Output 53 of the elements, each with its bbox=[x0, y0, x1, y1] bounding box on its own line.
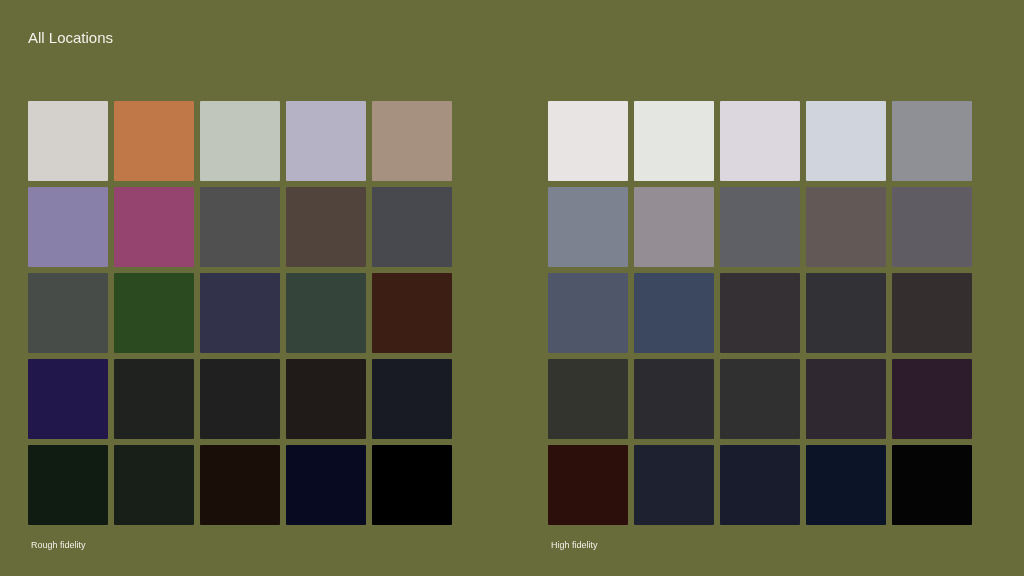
color-swatch[interactable] bbox=[892, 101, 972, 181]
color-swatch[interactable] bbox=[634, 187, 714, 267]
color-swatch[interactable] bbox=[28, 187, 108, 267]
color-swatch[interactable] bbox=[720, 101, 800, 181]
palette-label: High fidelity bbox=[551, 540, 599, 550]
color-swatch[interactable] bbox=[372, 359, 452, 439]
color-swatch[interactable] bbox=[548, 359, 628, 439]
color-swatch[interactable] bbox=[200, 359, 280, 439]
color-swatch[interactable] bbox=[200, 273, 280, 353]
color-swatch[interactable] bbox=[892, 359, 972, 439]
color-swatch[interactable] bbox=[806, 273, 886, 353]
color-swatch[interactable] bbox=[286, 101, 366, 181]
color-swatch[interactable] bbox=[372, 445, 452, 525]
color-swatch[interactable] bbox=[28, 273, 108, 353]
color-swatch[interactable] bbox=[200, 187, 280, 267]
color-swatch[interactable] bbox=[372, 273, 452, 353]
color-swatch[interactable] bbox=[548, 101, 628, 181]
color-swatch[interactable] bbox=[28, 445, 108, 525]
color-swatch[interactable] bbox=[200, 101, 280, 181]
color-swatch[interactable] bbox=[548, 187, 628, 267]
color-swatch[interactable] bbox=[720, 273, 800, 353]
color-swatch[interactable] bbox=[634, 445, 714, 525]
color-swatch[interactable] bbox=[114, 445, 194, 525]
color-swatch[interactable] bbox=[548, 445, 628, 525]
color-swatch[interactable] bbox=[892, 445, 972, 525]
color-swatch[interactable] bbox=[806, 359, 886, 439]
color-swatch[interactable] bbox=[806, 101, 886, 181]
color-swatch[interactable] bbox=[286, 445, 366, 525]
color-swatch[interactable] bbox=[634, 101, 714, 181]
color-swatch[interactable] bbox=[114, 359, 194, 439]
color-swatch[interactable] bbox=[28, 359, 108, 439]
palette-label: Rough fidelity bbox=[31, 540, 87, 550]
color-swatch[interactable] bbox=[114, 101, 194, 181]
page-title: All Locations bbox=[28, 29, 115, 47]
color-swatch[interactable] bbox=[720, 187, 800, 267]
color-swatch[interactable] bbox=[634, 359, 714, 439]
color-swatch[interactable] bbox=[114, 187, 194, 267]
color-swatch[interactable] bbox=[634, 273, 714, 353]
color-swatch[interactable] bbox=[720, 359, 800, 439]
color-swatch[interactable] bbox=[548, 273, 628, 353]
color-swatch[interactable] bbox=[286, 187, 366, 267]
color-swatch[interactable] bbox=[372, 187, 452, 267]
color-swatch[interactable] bbox=[806, 187, 886, 267]
color-swatch[interactable] bbox=[28, 101, 108, 181]
color-swatch[interactable] bbox=[200, 445, 280, 525]
color-swatch[interactable] bbox=[114, 273, 194, 353]
color-swatch[interactable] bbox=[806, 445, 886, 525]
color-swatch[interactable] bbox=[372, 101, 452, 181]
color-swatch[interactable] bbox=[720, 445, 800, 525]
color-swatch[interactable] bbox=[286, 273, 366, 353]
color-swatch[interactable] bbox=[286, 359, 366, 439]
color-swatch[interactable] bbox=[892, 187, 972, 267]
color-swatch[interactable] bbox=[892, 273, 972, 353]
